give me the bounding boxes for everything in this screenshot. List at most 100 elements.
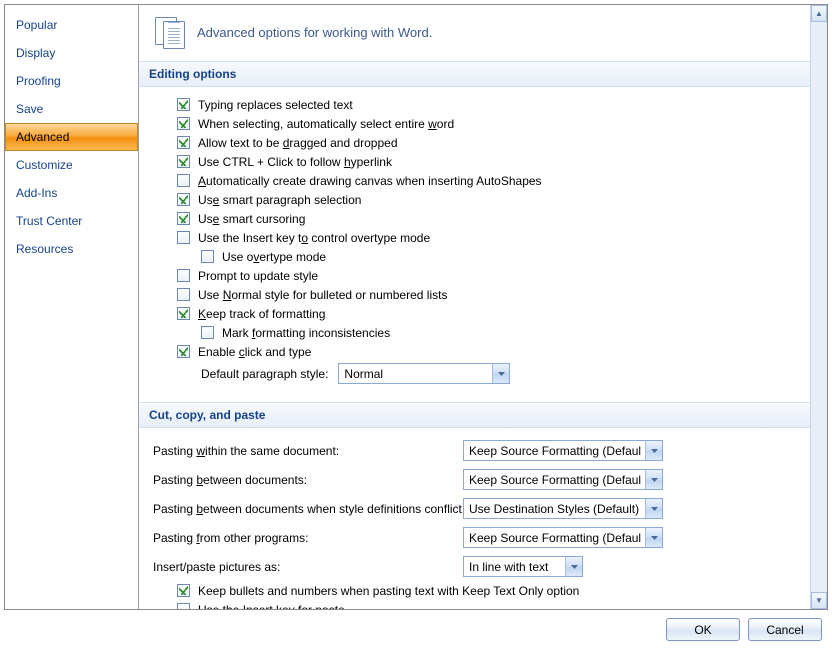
checkbox-label: When selecting, automatically select ent… <box>198 117 454 131</box>
chevron-down-icon[interactable] <box>645 528 662 547</box>
section-cut-copy-paste: Cut, copy, and paste Pasting within the … <box>139 402 810 609</box>
paste-combo-within[interactable]: Keep Source Formatting (Default) <box>463 440 663 461</box>
section-heading: Editing options <box>139 61 810 87</box>
default-style-value: Normal <box>344 367 488 381</box>
option-drag-drop: Allow text to be dragged and dropped <box>153 133 796 152</box>
combo-value: In line with text <box>469 560 561 574</box>
checkbox[interactable] <box>177 98 190 111</box>
combo-value: Keep Source Formatting (Default) <box>469 473 641 487</box>
paste-combo-pictures[interactable]: In line with text <box>463 556 583 577</box>
checkbox-label: Use overtype mode <box>222 250 326 264</box>
scroll-track[interactable] <box>811 22 827 592</box>
paste-combo-conflict[interactable]: Use Destination Styles (Default) <box>463 498 663 519</box>
chevron-down-icon[interactable] <box>645 470 662 489</box>
chevron-down-icon[interactable] <box>565 557 582 576</box>
vertical-scrollbar[interactable]: ▲ ▼ <box>810 5 827 609</box>
checkbox[interactable] <box>177 117 190 130</box>
section-editing-options: Editing options Typing replaces selected… <box>139 61 810 396</box>
checkbox-label: Enable click and type <box>198 345 311 359</box>
paste-row-within: Pasting within the same document: Keep So… <box>153 436 796 465</box>
checkbox-label: Use Normal style for bulleted or numbere… <box>198 288 447 302</box>
checkbox-label: Keep bullets and numbers when pasting te… <box>198 584 579 598</box>
sidebar-item-resources[interactable]: Resources <box>5 235 138 263</box>
paste-label: Pasting between documents when style def… <box>153 502 463 516</box>
option-auto-canvas: Automatically create drawing canvas when… <box>153 171 796 190</box>
checkbox[interactable] <box>177 345 190 358</box>
sidebar-item-popular[interactable]: Popular <box>5 11 138 39</box>
page-banner: Advanced options for working with Word. <box>139 5 810 61</box>
checkbox[interactable] <box>177 307 190 320</box>
cancel-button[interactable]: Cancel <box>748 618 822 641</box>
checkbox[interactable] <box>177 603 190 609</box>
paste-row-between: Pasting between documents: Keep Source Fo… <box>153 465 796 494</box>
combo-value: Use Destination Styles (Default) <box>469 502 641 516</box>
default-style-combo[interactable]: Normal <box>338 363 510 384</box>
chevron-down-icon[interactable] <box>492 364 509 383</box>
paste-combo-other[interactable]: Keep Source Formatting (Default) <box>463 527 663 548</box>
paste-row-conflict: Pasting between documents when style def… <box>153 494 796 523</box>
word-options-dialog: PopularDisplayProofingSaveAdvancedCustom… <box>0 0 832 651</box>
chevron-down-icon[interactable] <box>645 441 662 460</box>
sidebar-item-proofing[interactable]: Proofing <box>5 67 138 95</box>
checkbox-label: Typing replaces selected text <box>198 98 353 112</box>
paste-label: Pasting between documents: <box>153 473 463 487</box>
option-click-type: Enable click and type <box>153 342 796 361</box>
main-pane: Advanced options for working with Word. … <box>139 5 827 609</box>
sidebar-item-display[interactable]: Display <box>5 39 138 67</box>
pages-icon <box>155 17 185 47</box>
combo-value: Keep Source Formatting (Default) <box>469 444 641 458</box>
checkbox[interactable] <box>201 326 214 339</box>
checkbox-label: Keep track of formatting <box>198 307 325 321</box>
sidebar-item-customize[interactable]: Customize <box>5 151 138 179</box>
checkbox-label: Prompt to update style <box>198 269 318 283</box>
paste-row-other: Pasting from other programs: Keep Source … <box>153 523 796 552</box>
checkbox-label: Mark formatting inconsistencies <box>222 326 390 340</box>
paste-label: Pasting within the same document: <box>153 444 463 458</box>
sidebar-item-save[interactable]: Save <box>5 95 138 123</box>
paste-row-pictures: Insert/paste pictures as: In line with te… <box>153 552 796 581</box>
dialog-body: PopularDisplayProofingSaveAdvancedCustom… <box>4 4 828 610</box>
section-heading: Cut, copy, and paste <box>139 402 810 428</box>
checkbox[interactable] <box>177 136 190 149</box>
checkbox[interactable] <box>177 155 190 168</box>
content-scroll-area: Advanced options for working with Word. … <box>139 5 810 609</box>
checkbox-label: Use smart paragraph selection <box>198 193 361 207</box>
combo-value: Keep Source Formatting (Default) <box>469 531 641 545</box>
checkbox[interactable] <box>177 212 190 225</box>
scroll-up-button[interactable]: ▲ <box>811 5 827 22</box>
default-paragraph-style-row: Default paragraph style: Normal <box>153 361 796 386</box>
checkbox[interactable] <box>177 174 190 187</box>
sidebar-item-advanced[interactable]: Advanced <box>5 123 138 151</box>
checkbox-label: Use CTRL + Click to follow hyperlink <box>198 155 392 169</box>
option-insert-overtype: Use the Insert key to control overtype m… <box>153 228 796 247</box>
option-smart-cursor: Use smart cursoring <box>153 209 796 228</box>
option-ctrl-click: Use CTRL + Click to follow hyperlink <box>153 152 796 171</box>
checkbox[interactable] <box>177 269 190 282</box>
checkbox[interactable] <box>177 288 190 301</box>
checkbox-label: Use the Insert key for paste <box>198 603 345 610</box>
option-select-word: When selecting, automatically select ent… <box>153 114 796 133</box>
option-overtype-mode: Use overtype mode <box>153 247 796 266</box>
default-style-label: Default paragraph style: <box>201 367 328 381</box>
checkbox-label: Automatically create drawing canvas when… <box>198 174 542 188</box>
option-insert-paste: Use the Insert key for paste <box>153 600 796 609</box>
paste-label: Insert/paste pictures as: <box>153 560 463 574</box>
checkbox[interactable] <box>201 250 214 263</box>
checkbox[interactable] <box>177 584 190 597</box>
paste-combo-between[interactable]: Keep Source Formatting (Default) <box>463 469 663 490</box>
checkbox-label: Use the Insert key to control overtype m… <box>198 231 430 245</box>
option-typing-replaces: Typing replaces selected text <box>153 95 796 114</box>
sidebar-item-add-ins[interactable]: Add-Ins <box>5 179 138 207</box>
dialog-footer: OK Cancel <box>0 610 832 651</box>
checkbox-label: Allow text to be dragged and dropped <box>198 136 398 150</box>
checkbox[interactable] <box>177 231 190 244</box>
checkbox-label: Use smart cursoring <box>198 212 305 226</box>
sidebar-item-trust-center[interactable]: Trust Center <box>5 207 138 235</box>
scroll-down-button[interactable]: ▼ <box>811 592 827 609</box>
ok-button[interactable]: OK <box>666 618 740 641</box>
option-keep-bullets: Keep bullets and numbers when pasting te… <box>153 581 796 600</box>
chevron-down-icon[interactable] <box>645 499 662 518</box>
paste-label: Pasting from other programs: <box>153 531 463 545</box>
option-prompt-style: Prompt to update style <box>153 266 796 285</box>
checkbox[interactable] <box>177 193 190 206</box>
